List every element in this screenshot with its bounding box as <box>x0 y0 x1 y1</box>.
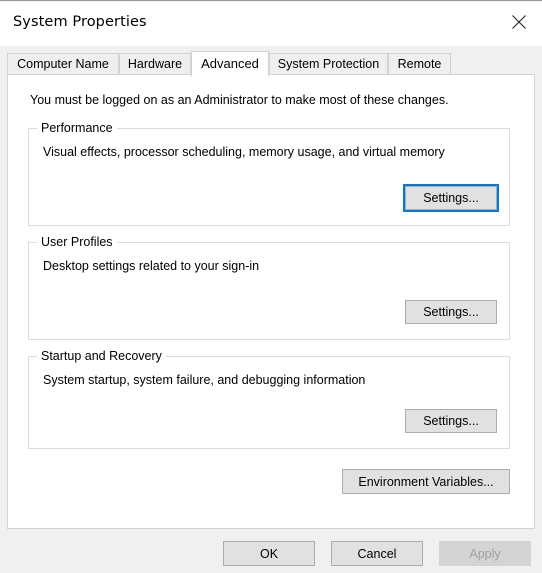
user-profiles-description: Desktop settings related to your sign-in <box>43 259 259 273</box>
tab-system-protection[interactable]: System Protection <box>269 53 388 75</box>
title-bar: System Properties <box>0 2 542 46</box>
performance-settings-button[interactable]: Settings... <box>405 186 497 210</box>
tab-computer-name[interactable]: Computer Name <box>7 53 119 75</box>
user-profiles-group: User Profiles Desktop settings related t… <box>28 242 510 340</box>
tab-strip: Computer Name Hardware Advanced System P… <box>7 51 535 75</box>
system-properties-dialog: System Properties Computer Name Hardware… <box>0 0 542 572</box>
startup-and-recovery-settings-button[interactable]: Settings... <box>405 409 497 433</box>
performance-group-legend: Performance <box>37 121 117 135</box>
dialog-footer: OK Cancel Apply <box>0 529 542 573</box>
performance-group: Performance Visual effects, processor sc… <box>28 128 510 226</box>
startup-and-recovery-description: System startup, system failure, and debu… <box>43 373 365 387</box>
tab-hardware[interactable]: Hardware <box>119 53 191 75</box>
tab-remote[interactable]: Remote <box>388 53 451 75</box>
administrator-note: You must be logged on as an Administrato… <box>30 93 449 107</box>
user-profiles-group-legend: User Profiles <box>37 235 117 249</box>
apply-button: Apply <box>439 541 531 566</box>
ok-button[interactable]: OK <box>223 541 315 566</box>
startup-and-recovery-group: Startup and Recovery System startup, sys… <box>28 356 510 449</box>
startup-and-recovery-group-legend: Startup and Recovery <box>37 349 166 363</box>
cancel-button[interactable]: Cancel <box>331 541 423 566</box>
close-icon[interactable] <box>496 2 542 40</box>
window-title: System Properties <box>13 14 147 30</box>
user-profiles-settings-button[interactable]: Settings... <box>405 300 497 324</box>
performance-description: Visual effects, processor scheduling, me… <box>43 145 445 159</box>
tab-advanced[interactable]: Advanced <box>191 51 269 77</box>
environment-variables-button[interactable]: Environment Variables... <box>342 469 510 494</box>
advanced-tab-panel: You must be logged on as an Administrato… <box>7 74 535 529</box>
